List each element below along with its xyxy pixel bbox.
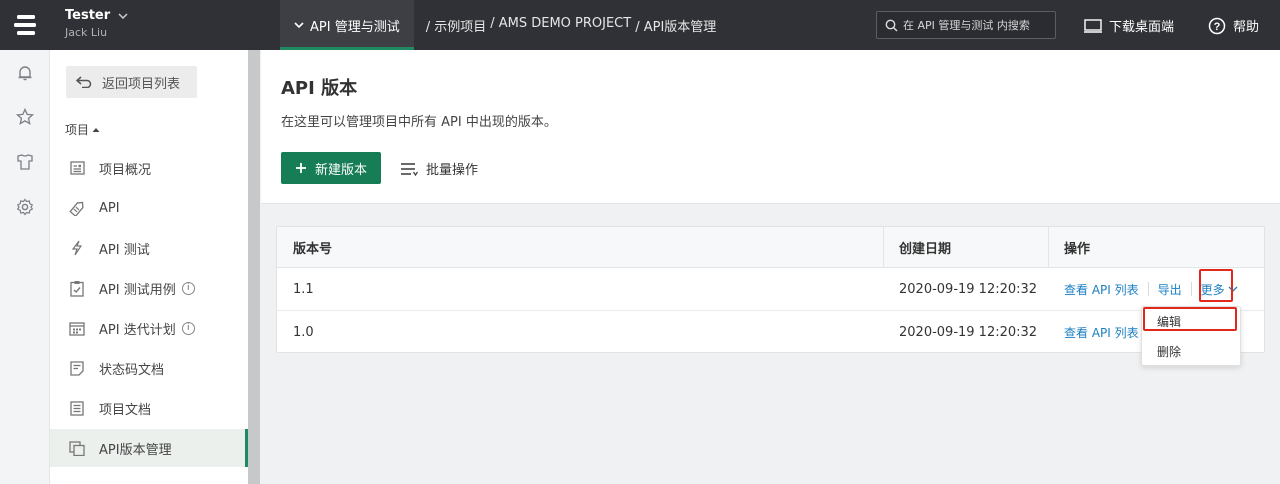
overview-icon (68, 159, 86, 177)
versions-icon (68, 439, 86, 457)
sidebar-item-label: API 测试 (99, 242, 150, 258)
search-icon (885, 19, 898, 31)
sidebar-item-label: 项目文档 (99, 402, 152, 418)
column-header-version: 版本号 (293, 242, 333, 257)
info-icon[interactable]: i (181, 321, 195, 335)
logo-icon (14, 15, 36, 35)
user-switcher[interactable]: Tester Jack Liu (50, 0, 260, 50)
module-switcher[interactable]: API 管理与测试 (280, 0, 414, 50)
page-description: 在这里可以管理项目中所有 API 中出现的版本。 (281, 115, 557, 130)
sidebar-item-label: 项目概况 (99, 162, 152, 178)
view-api-list-link[interactable]: 查看 API 列表 (1064, 324, 1139, 341)
sidebar-item-label: API 迭代计划 (99, 322, 176, 338)
sidebar-item-api-version-management[interactable]: API版本管理 (50, 429, 248, 467)
column-header-created: 创建日期 (899, 242, 952, 257)
download-desktop-button[interactable]: 下载桌面端 (1084, 16, 1174, 35)
top-bar: Tester Jack Liu API 管理与测试 / 示例项目 / AMS D… (0, 0, 1280, 50)
sidebar-item-status-code-docs[interactable]: 状态码文档 (50, 349, 248, 387)
bell-icon[interactable] (15, 63, 35, 83)
batch-operations-button[interactable]: 批量操作 (400, 159, 478, 178)
monitor-icon (1084, 18, 1102, 33)
sidebar-item-api-test-cases[interactable]: API 测试用例 i (50, 269, 248, 307)
table-row: 1.1 2020-09-19 12:20:32 查看 API 列表 导出 更多 (277, 268, 1264, 311)
note-icon (68, 359, 86, 377)
table-row: 1.0 2020-09-19 12:20:32 查看 API 列表 (277, 311, 1264, 354)
breadcrumb-item[interactable]: / AMS DEMO PROJECT (490, 16, 631, 35)
sidebar-item-label: API 测试用例 (99, 282, 176, 298)
export-link[interactable]: 导出 (1158, 281, 1182, 298)
version-cell: 1.0 (293, 324, 314, 340)
version-cell: 1.1 (293, 281, 314, 297)
plus-icon (295, 163, 306, 173)
clipboard-check-icon (68, 279, 86, 297)
svg-text:?: ? (1214, 21, 1221, 33)
user-subtitle: Jack Liu (65, 26, 108, 39)
info-icon[interactable]: i (181, 281, 195, 295)
help-icon: ? (1208, 17, 1226, 34)
user-name: Tester (65, 8, 111, 23)
logo[interactable] (0, 0, 50, 50)
version-table: 版本号 创建日期 操作 1.1 2020-09-19 12:20:32 查看 A… (276, 226, 1265, 353)
search-placeholder: 在 API 管理与测试 内搜索 (903, 19, 1030, 32)
created-date-cell: 2020-09-19 12:20:32 (899, 324, 1038, 340)
api-tag-icon (68, 199, 86, 217)
column-header-actions: 操作 (1064, 242, 1091, 257)
edit-highlight-box (1143, 307, 1237, 331)
return-arrow-icon (76, 76, 92, 88)
sidebar-scrollbar[interactable] (248, 50, 260, 484)
download-label: 下载桌面端 (1109, 20, 1175, 35)
chevron-down-icon (118, 12, 128, 19)
batch-label: 批量操作 (426, 163, 479, 178)
help-label: 帮助 (1233, 20, 1260, 35)
sidebar-item-api-test[interactable]: API 测试 (50, 229, 248, 267)
document-icon (68, 399, 86, 417)
breadcrumb: / 示例项目 / AMS DEMO PROJECT / API版本管理 (426, 16, 717, 35)
sidebar-item-project-docs[interactable]: 项目文档 (50, 389, 248, 427)
chevron-up-icon (92, 127, 100, 132)
sidebar-item-overview[interactable]: 项目概况 (50, 149, 248, 187)
actions-cell: 查看 API 列表 (1064, 311, 1139, 353)
module-label: API 管理与测试 (310, 19, 400, 35)
lightning-icon (68, 239, 86, 257)
new-version-button[interactable]: 新建版本 (281, 152, 381, 184)
section-toggle-project[interactable]: 项目 (65, 121, 100, 138)
batch-list-icon (401, 162, 418, 176)
breadcrumb-item[interactable]: / 示例项目 (426, 16, 487, 35)
help-button[interactable]: ? 帮助 (1208, 16, 1259, 35)
sidebar-item-label: API版本管理 (99, 442, 172, 458)
created-date-cell: 2020-09-19 12:20:32 (899, 281, 1038, 297)
chevron-down-icon (294, 22, 304, 28)
new-version-label: 新建版本 (314, 162, 367, 178)
menu-item-delete[interactable]: 删除 (1142, 339, 1240, 363)
sidebar-item-api-iteration-plan[interactable]: API 迭代计划 i (50, 309, 248, 347)
back-to-projects-button[interactable]: 返回项目列表 (66, 66, 197, 98)
sidebar-item-label: API (99, 200, 120, 216)
shirt-icon[interactable] (15, 152, 35, 172)
search-input[interactable]: 在 API 管理与测试 内搜索 (876, 11, 1056, 39)
sidebar-item-label: 状态码文档 (99, 362, 165, 378)
gear-icon[interactable] (15, 197, 35, 217)
sidebar-item-api[interactable]: API (50, 189, 248, 227)
star-icon[interactable] (15, 107, 35, 127)
page-title: API 版本 (281, 78, 358, 99)
sidebar: 返回项目列表 项目 项目概况 API API 测试 API 测试用例 i API… (50, 50, 248, 484)
view-api-list-link[interactable]: 查看 API 列表 (1064, 281, 1139, 298)
table-header: 版本号 创建日期 操作 (277, 227, 1264, 268)
page-header: API 版本 在这里可以管理项目中所有 API 中出现的版本。 新建版本 批量操… (261, 50, 1280, 204)
breadcrumb-item: / API版本管理 (635, 19, 717, 35)
back-label: 返回项目列表 (102, 76, 181, 92)
section-label: 项目 (65, 123, 90, 137)
more-highlight-box (1199, 269, 1233, 302)
icon-rail (0, 50, 50, 484)
calendar-icon (68, 319, 86, 337)
